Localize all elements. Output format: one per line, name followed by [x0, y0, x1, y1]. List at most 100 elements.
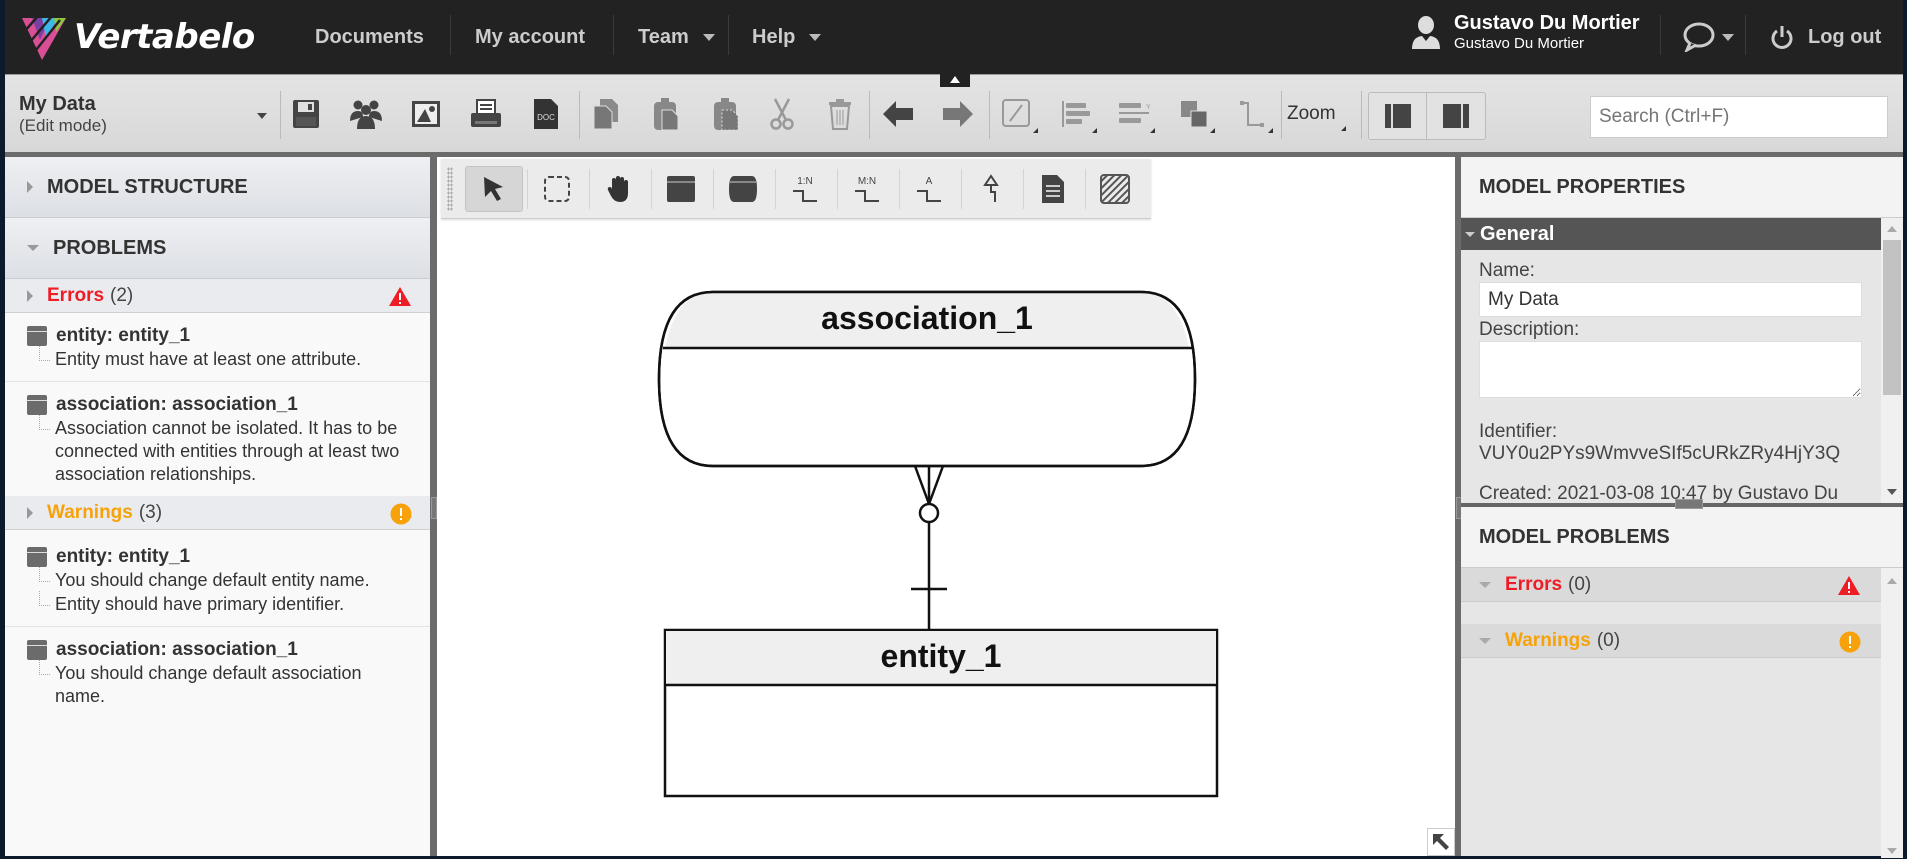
problem-title: entity: entity_1: [56, 325, 191, 346]
entity-tool-icon: [667, 176, 695, 202]
save-button[interactable]: [289, 97, 323, 131]
description-label: Description:: [1479, 319, 1580, 340]
trash-icon: [829, 99, 851, 130]
error-triangle-icon: [389, 287, 411, 306]
relationship-line[interactable]: [911, 465, 947, 630]
errors-group-header[interactable]: Errors (2): [5, 279, 430, 313]
copy-button[interactable]: [589, 97, 623, 131]
chevron-down-icon: [702, 33, 715, 41]
problem-item[interactable]: entity: entity_1 Entity must have at lea…: [5, 313, 430, 382]
add-note-tool[interactable]: [1024, 166, 1082, 212]
pan-tool[interactable]: [590, 166, 648, 212]
toggle-left-panel-button[interactable]: [1369, 93, 1427, 139]
delete-button[interactable]: [823, 97, 857, 131]
scrollbar-thumb[interactable]: [1883, 240, 1901, 395]
problem-item[interactable]: association: association_1 You should ch…: [5, 627, 430, 718]
undo-button[interactable]: [881, 97, 915, 131]
problem-item[interactable]: entity: entity_1 You should change defau…: [5, 530, 430, 627]
identifier-value: VUY0u2PYs9WmvveSIf5cURkZRy4HjY3Q: [1479, 443, 1841, 464]
problem-message: Association cannot be isolated. It has t…: [39, 415, 419, 486]
chevron-right-icon: [27, 181, 33, 193]
line-style-button[interactable]: [1235, 97, 1273, 133]
add-area-tool[interactable]: [1086, 166, 1144, 212]
scroll-up-icon[interactable]: [1887, 226, 1897, 232]
model-problems-body: Errors (0) Warnings (0): [1461, 568, 1903, 858]
scroll-down-icon[interactable]: [1887, 848, 1897, 854]
svg-text:Y: Y: [1146, 104, 1150, 111]
relationship-1n-icon: 1:N: [793, 176, 817, 202]
warning-circle-icon: [1839, 631, 1861, 653]
diagram-canvas[interactable]: association_1 entity_1 1:N M:N A: [437, 157, 1455, 856]
model-warnings-header[interactable]: Warnings (0): [1461, 624, 1881, 658]
panel-toggle-group: [1368, 92, 1486, 140]
properties-scrollbar[interactable]: [1881, 218, 1903, 503]
print-button[interactable]: [469, 97, 503, 131]
problems-label: PROBLEMS: [53, 236, 167, 259]
entity-shape[interactable]: entity_1: [663, 628, 1219, 798]
svg-text:M:N: M:N: [858, 176, 876, 187]
toolbar-divider: [869, 91, 870, 139]
vertabelo-logo[interactable]: Vertabelo: [20, 12, 255, 62]
align-button[interactable]: [1059, 97, 1097, 133]
nav-my-account[interactable]: My account: [475, 0, 585, 74]
problems-header[interactable]: PROBLEMS: [5, 218, 430, 279]
model-errors-header[interactable]: Errors (0): [1461, 568, 1881, 602]
relationship-mn-tool[interactable]: M:N: [838, 166, 896, 212]
nav-help[interactable]: Help: [752, 0, 822, 74]
splitter-handle[interactable]: [1675, 499, 1703, 509]
paste-special-button[interactable]: [709, 97, 743, 131]
rubber-band-tool[interactable]: [528, 166, 586, 212]
general-section-header[interactable]: General: [1461, 218, 1881, 250]
identifier-label: Identifier:: [1479, 421, 1558, 442]
cut-button[interactable]: [765, 97, 799, 131]
toggle-right-panel-button[interactable]: [1427, 93, 1485, 139]
nav-team[interactable]: Team: [638, 0, 715, 74]
association-relationship-tool[interactable]: A: [900, 166, 958, 212]
scroll-down-icon[interactable]: [1887, 489, 1897, 495]
export-image-button[interactable]: [409, 97, 443, 131]
association-name: association_1: [821, 300, 1033, 336]
scroll-up-icon[interactable]: [1887, 578, 1897, 584]
toolbar-divider: [1281, 91, 1282, 139]
bring-front-button[interactable]: [1177, 97, 1215, 133]
problem-item[interactable]: association: association_1 Association c…: [5, 382, 430, 496]
problems-scrollbar[interactable]: [1881, 568, 1903, 858]
nav-documents[interactable]: Documents: [315, 0, 424, 74]
share-button[interactable]: [349, 97, 383, 131]
model-name-input[interactable]: [1479, 282, 1862, 317]
collapse-header-button[interactable]: [940, 71, 970, 87]
inheritance-tool[interactable]: [962, 166, 1020, 212]
distribute-button[interactable]: Y: [1117, 97, 1155, 133]
redo-button[interactable]: [941, 97, 975, 131]
zoom-menu-button[interactable]: Zoom: [1287, 103, 1346, 131]
hand-icon: [607, 176, 628, 202]
svg-text:1:N: 1:N: [797, 176, 813, 187]
association-shape[interactable]: association_1: [657, 290, 1197, 468]
add-entity-tool[interactable]: [652, 166, 710, 212]
user-username: Gustavo Du Mortier: [1454, 35, 1585, 52]
model-description-input[interactable]: [1479, 341, 1862, 398]
chevron-up-icon: [950, 75, 960, 83]
add-association-tool[interactable]: [714, 166, 772, 212]
user-display-name: Gustavo Du Mortier: [1454, 12, 1640, 34]
warnings-group-header[interactable]: Warnings (3): [5, 496, 430, 530]
drag-grip-icon[interactable]: [447, 167, 453, 211]
select-tool[interactable]: [465, 166, 523, 212]
logout-button[interactable]: Log out: [1770, 0, 1881, 74]
model-structure-header[interactable]: MODEL STRUCTURE: [5, 157, 430, 218]
right-panel-icon: [1443, 104, 1469, 128]
feedback-menu-button[interactable]: [1682, 0, 1734, 74]
chevron-right-icon: [27, 289, 33, 302]
fit-to-screen-button[interactable]: [1427, 828, 1455, 856]
export-doc-button[interactable]: DOC: [529, 97, 563, 131]
share-users-icon: [350, 100, 382, 129]
document-selector[interactable]: My Data (Edit mode): [19, 93, 107, 136]
relationship-1n-tool[interactable]: 1:N: [776, 166, 834, 212]
user-menu[interactable]: Gustavo Du Mortier Gustavo Du Mortier: [1410, 12, 1640, 52]
paste-button[interactable]: [649, 97, 683, 131]
document-dropdown-caret-icon[interactable]: [257, 113, 267, 119]
search-input[interactable]: [1590, 96, 1888, 138]
model-structure-label: MODEL STRUCTURE: [47, 175, 248, 198]
edit-line-button[interactable]: [1000, 97, 1038, 133]
relationship-mn-icon: M:N: [855, 176, 879, 202]
